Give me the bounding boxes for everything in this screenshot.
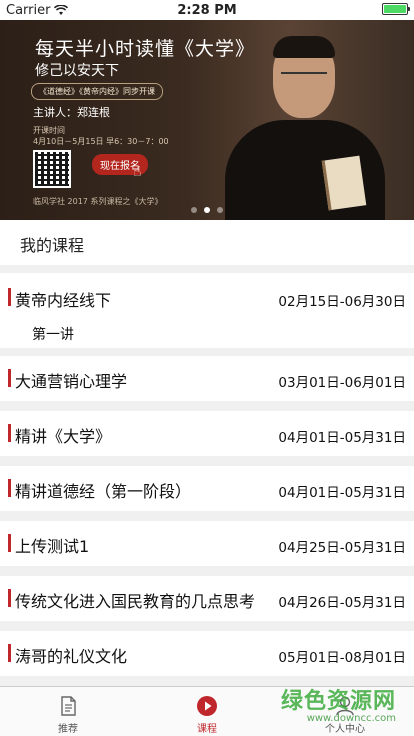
pointer-hand-icon: ☝ xyxy=(133,164,142,180)
tab-recommend[interactable]: 推荐 xyxy=(28,687,108,736)
banner-title: 每天半小时读懂《大学》 xyxy=(35,38,256,60)
tab-label: 课程 xyxy=(197,724,217,735)
course-name: 上传测试1 xyxy=(15,537,90,556)
course-lesson[interactable]: 第一讲 xyxy=(32,324,74,344)
banner-tag: 《道德经》《黄帝内经》同步开课 xyxy=(31,83,163,100)
promo-banner[interactable]: 每天半小时读懂《大学》 修己以安天下 《道德经》《黄帝内经》同步开课 主讲人：郑… xyxy=(0,20,414,220)
accent-bar xyxy=(8,369,11,387)
course-name: 精讲《大学》 xyxy=(15,427,112,446)
carousel-dots[interactable] xyxy=(0,207,414,213)
course-date: 05月01日-08月01日 xyxy=(278,650,406,666)
banner-footer: 临风学社 2017 系列课程之《大学》 xyxy=(33,197,163,206)
status-right xyxy=(382,3,410,15)
banner-schedule: 4月10日－5月15日 早6：30－7：00 xyxy=(33,137,169,146)
section-title: 我的课程 xyxy=(20,236,85,255)
course-name: 涛哥的礼仪文化 xyxy=(15,647,128,666)
banner-subtitle: 修己以安天下 xyxy=(35,63,119,79)
status-bar: Carrier 2:28 PM xyxy=(0,0,414,20)
my-courses-header: 我的课程 xyxy=(0,220,414,265)
course-item[interactable]: 大通营销心理学 03月01日-06月01日 xyxy=(0,356,414,401)
watermark-main: 绿色资源网 xyxy=(280,689,396,714)
accent-bar xyxy=(8,534,11,552)
course-date: 04月25日-05月31日 xyxy=(278,540,406,556)
carousel-dot-active[interactable] xyxy=(204,207,210,213)
course-date: 02月15日-06月30日 xyxy=(278,294,406,310)
course-date: 04月01日-05月31日 xyxy=(278,485,406,501)
tab-label: 推荐 xyxy=(58,724,78,735)
course-item[interactable]: 上传测试1 04月25日-05月31日 xyxy=(0,521,414,566)
course-date: 04月01日-05月31日 xyxy=(278,430,406,446)
course-item[interactable]: 精讲道德经（第一阶段） 04月01日-05月31日 xyxy=(0,466,414,511)
course-item[interactable]: 精讲《大学》 04月01日-05月31日 xyxy=(0,411,414,456)
watermark: 绿色资源网 www.downcc.com xyxy=(281,683,396,724)
battery-icon xyxy=(382,3,410,15)
carousel-dot[interactable] xyxy=(191,207,197,213)
course-item[interactable]: 黄帝内经线下 02月15日-06月30日 第一讲 xyxy=(0,273,414,348)
qr-code-icon xyxy=(33,150,71,188)
accent-bar xyxy=(8,589,11,607)
accent-bar xyxy=(8,424,11,442)
course-name: 精讲道德经（第一阶段） xyxy=(15,482,192,501)
course-date: 03月01日-06月01日 xyxy=(278,375,406,391)
accent-bar xyxy=(8,479,11,497)
course-item[interactable]: 传统文化进入国民教育的几点思考 04月26日-05月31日 xyxy=(0,576,414,621)
play-icon xyxy=(197,696,217,716)
course-date: 04月26日-05月31日 xyxy=(278,595,406,611)
status-time: 2:28 PM xyxy=(177,3,237,18)
accent-bar xyxy=(8,288,11,306)
course-name: 传统文化进入国民教育的几点思考 xyxy=(15,592,256,611)
course-name: 大通营销心理学 xyxy=(15,372,128,391)
document-icon xyxy=(61,696,76,716)
banner-lecturer: 主讲人：郑连根 xyxy=(33,106,110,119)
course-item[interactable]: 涛哥的礼仪文化 05月01日-08月01日 xyxy=(0,631,414,676)
tab-courses[interactable]: 课程 xyxy=(167,687,247,736)
carousel-dot[interactable] xyxy=(217,207,223,213)
accent-bar xyxy=(8,644,11,662)
course-name: 黄帝内经线下 xyxy=(15,291,112,310)
lecturer-photo xyxy=(225,36,385,220)
banner-schedule-label: 开课时间 xyxy=(33,126,65,135)
